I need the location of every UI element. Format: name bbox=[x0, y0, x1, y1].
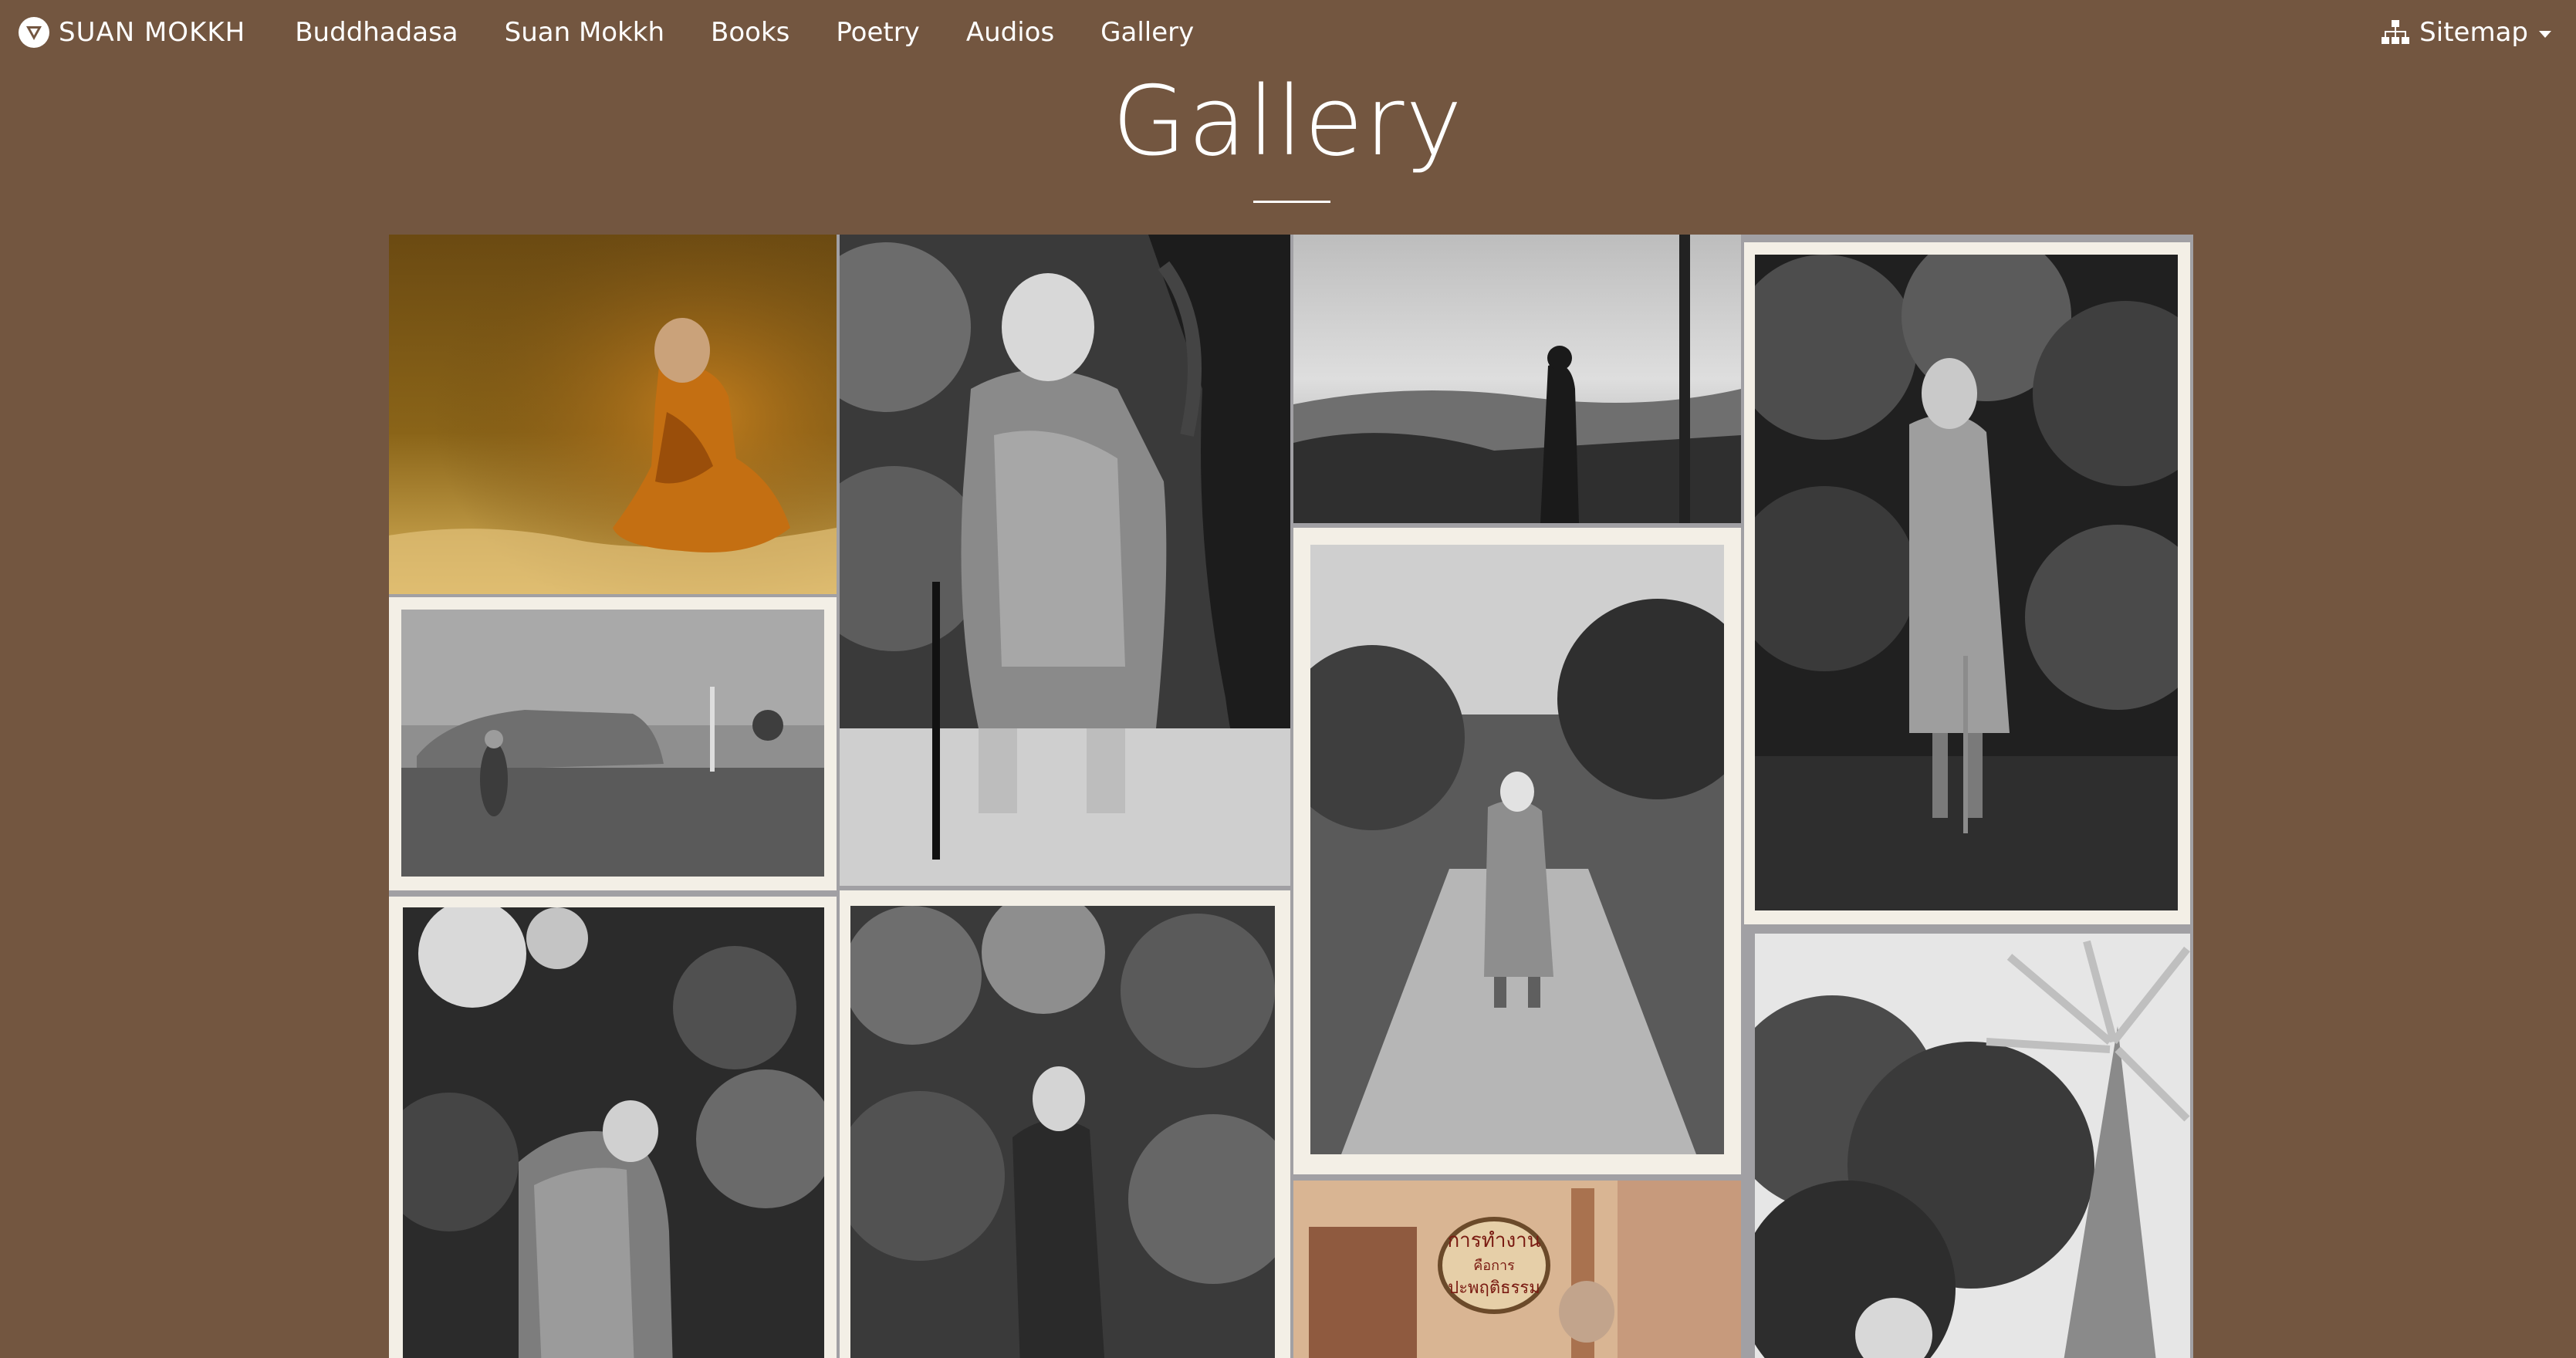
standing-among-leaves-image bbox=[1755, 255, 2178, 910]
open-field-image bbox=[401, 610, 824, 877]
monk-seated-image bbox=[389, 235, 837, 594]
silhouette-hill-image bbox=[1293, 235, 1741, 523]
nav-link-suan-mokkh[interactable]: Suan Mokkh bbox=[505, 17, 664, 48]
sign-text-line2: คือการ bbox=[1473, 1258, 1515, 1274]
nav-link-gallery[interactable]: Gallery bbox=[1100, 17, 1194, 48]
monk-in-forest-image bbox=[850, 906, 1275, 1358]
sitemap-dropdown[interactable]: Sitemap bbox=[2381, 0, 2551, 65]
gallery-photo-monk-in-forest[interactable] bbox=[840, 890, 1290, 1358]
photo-gallery: การทำงาน คือการ ปะพฤติธรรม bbox=[389, 235, 2193, 1358]
sitemap-label: Sitemap bbox=[2419, 17, 2528, 48]
gallery-photo-monk-seated[interactable] bbox=[389, 235, 837, 594]
gallery-photo-monk-standing-cane[interactable] bbox=[840, 235, 1290, 886]
sign-text-line1: การทำงาน bbox=[1447, 1229, 1540, 1252]
page-title: Gallery bbox=[1112, 66, 1464, 177]
gallery-photo-work-sign[interactable]: การทำงาน คือการ ปะพฤติธรรม bbox=[1293, 1181, 1741, 1358]
chevron-down-icon bbox=[2539, 30, 2551, 38]
main-nav: Buddhadasa Suan Mokkh Books Poetry Audio… bbox=[272, 0, 1217, 65]
nav-link-audios[interactable]: Audios bbox=[966, 17, 1054, 48]
monk-from-behind-image bbox=[403, 907, 824, 1358]
suan-mokkh-logo-icon bbox=[17, 15, 51, 49]
forest-path-image bbox=[1310, 545, 1724, 1154]
title-divider bbox=[1253, 201, 1330, 203]
gallery-photo-standing-among-leaves[interactable] bbox=[1744, 242, 2190, 924]
brand-link[interactable]: SUAN MOKKH bbox=[17, 0, 245, 65]
gallery-photo-silhouette-hill[interactable] bbox=[1293, 235, 1741, 523]
nav-link-poetry[interactable]: Poetry bbox=[836, 17, 919, 48]
gallery-photo-forest-path[interactable] bbox=[1293, 528, 1741, 1174]
nav-link-buddhadasa[interactable]: Buddhadasa bbox=[295, 17, 458, 48]
monk-standing-cane-image bbox=[840, 235, 1290, 886]
work-sign-image: การทำงาน คือการ ปะพฤติธรรม bbox=[1293, 1181, 1741, 1358]
sign-text-line3: ปะพฤติธรรม bbox=[1448, 1279, 1540, 1298]
gallery-photo-open-field[interactable] bbox=[389, 597, 837, 890]
sitemap-icon bbox=[2381, 19, 2410, 46]
gallery-photo-near-palm[interactable] bbox=[1755, 934, 2190, 1358]
nav-link-books[interactable]: Books bbox=[711, 17, 789, 48]
top-navbar: SUAN MOKKH Buddhadasa Suan Mokkh Books P… bbox=[0, 0, 2576, 65]
near-palm-image bbox=[1755, 934, 2190, 1358]
gallery-photo-monk-from-behind[interactable] bbox=[389, 897, 837, 1358]
brand-name: SUAN MOKKH bbox=[59, 17, 246, 48]
